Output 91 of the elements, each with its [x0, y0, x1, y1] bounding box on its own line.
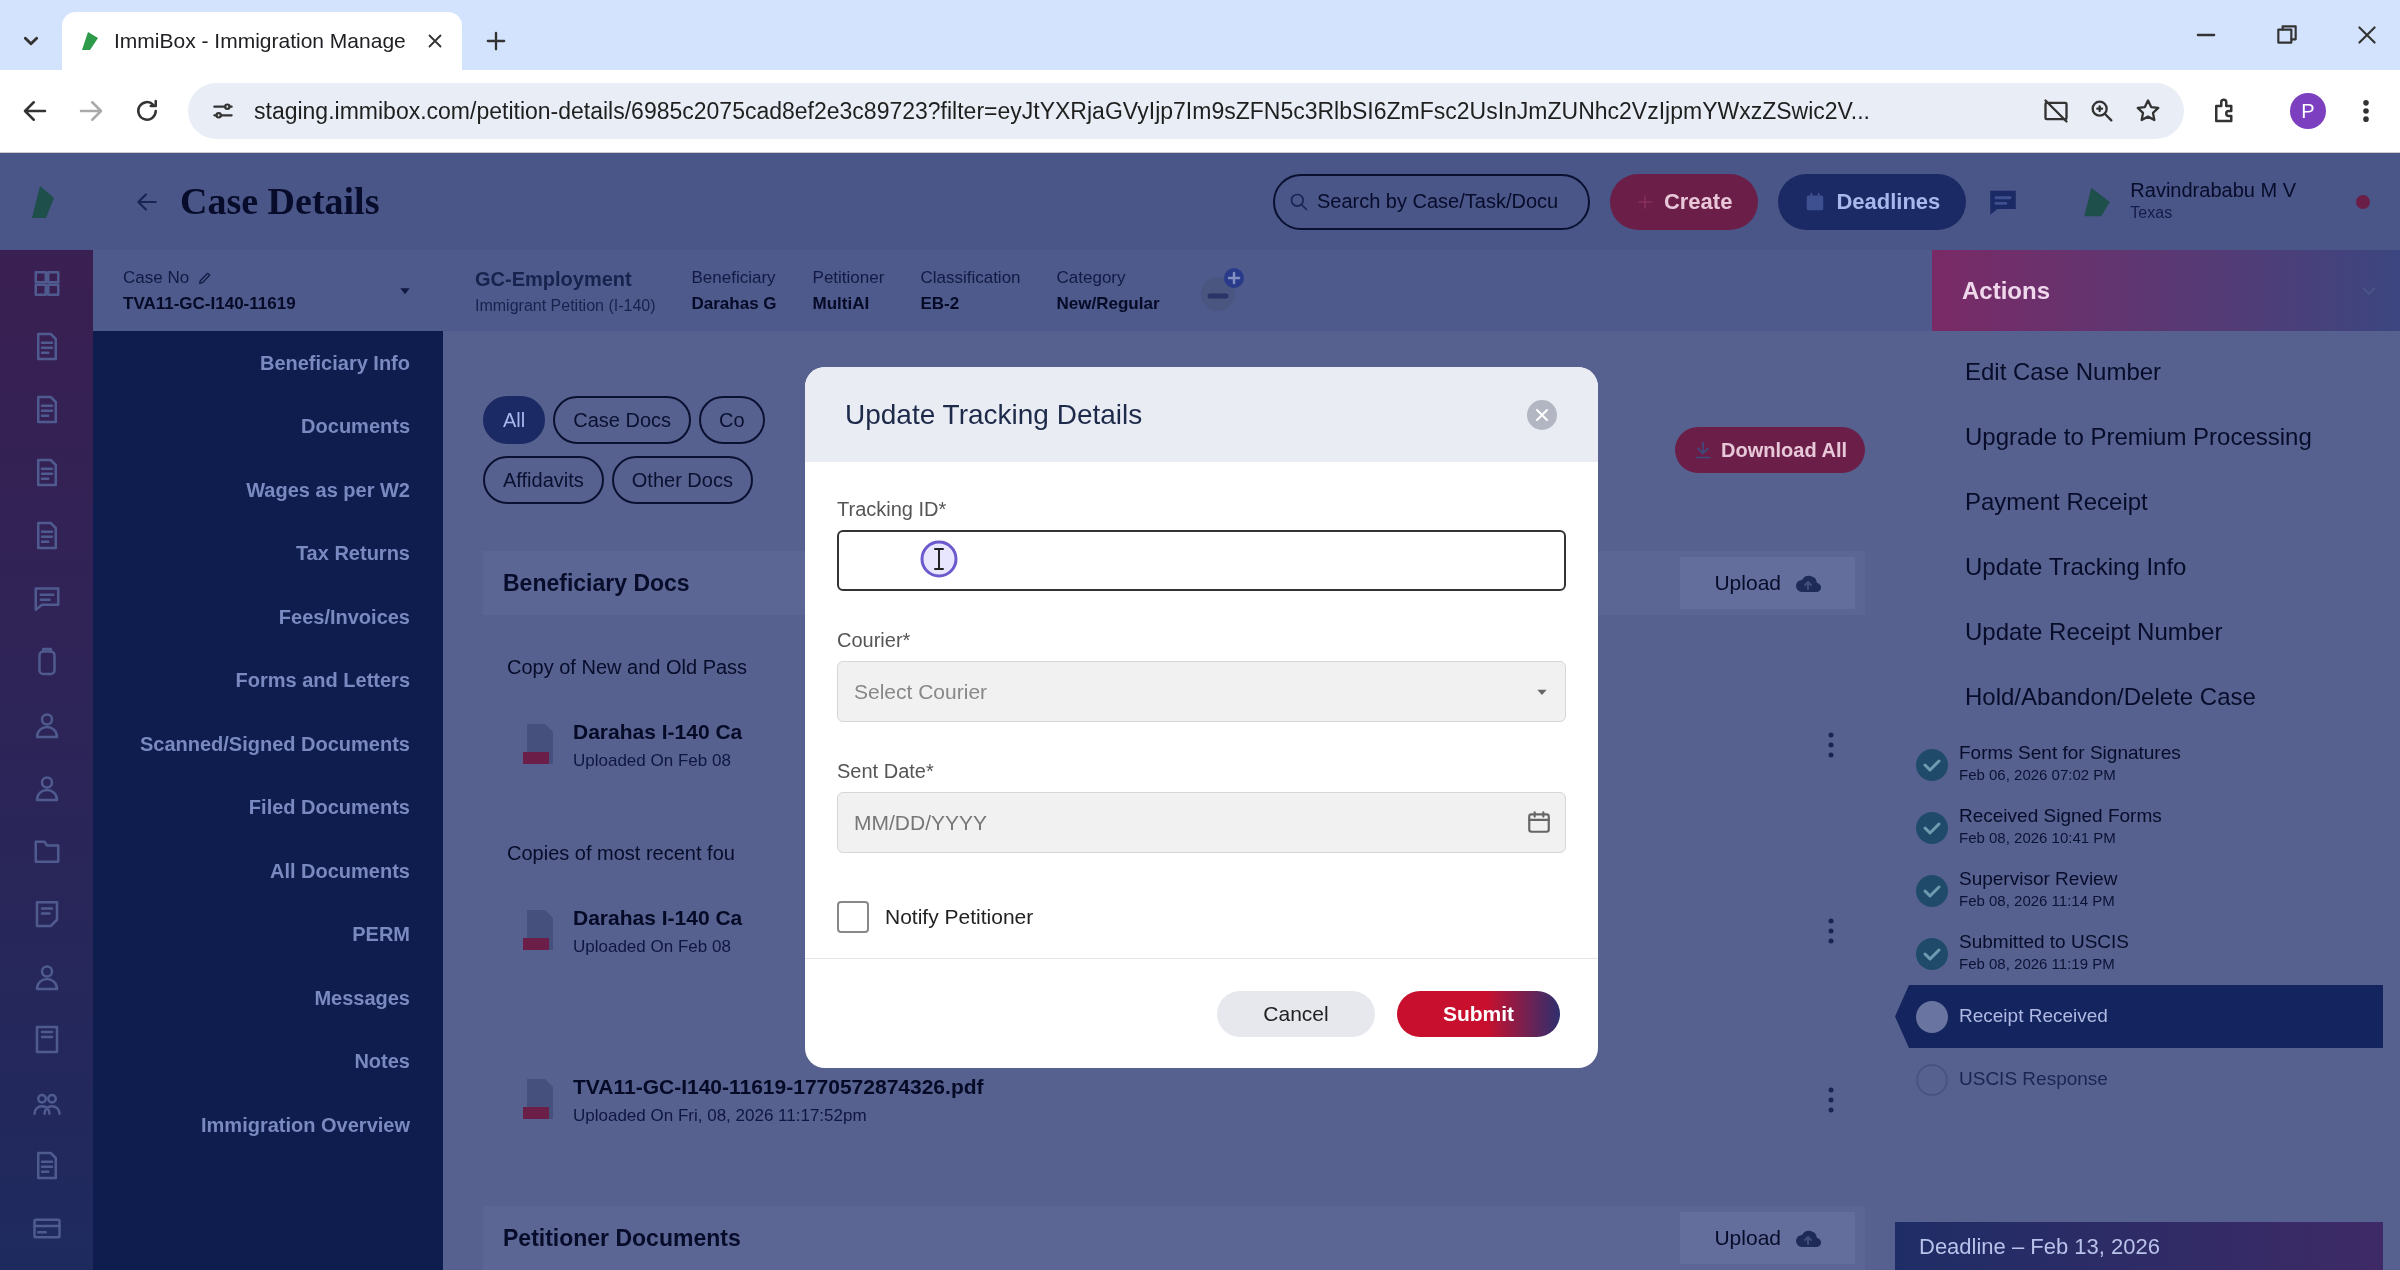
field-label: Sent Date* — [837, 759, 935, 784]
more-icon[interactable] — [1827, 1085, 1835, 1114]
more-icon[interactable] — [1827, 916, 1835, 945]
filter-chip[interactable]: Other Docs — [611, 456, 753, 504]
group-title: Copy of New and Old Pass — [507, 655, 748, 680]
sidebar-item[interactable]: Filed Documents — [248, 775, 410, 839]
field-label: Beneficiary — [691, 267, 777, 289]
case-number: TVA11-GC-I140-11619 — [123, 292, 296, 315]
action-item[interactable]: Payment Receipt — [1895, 469, 2400, 534]
step-title: USCIS Response — [1959, 1069, 2108, 1090]
step-title: Receipt Received — [1959, 1006, 2108, 1027]
section-title: Petitioner Documents — [503, 1223, 741, 1253]
upload-date: Uploaded On Feb 08 — [573, 935, 731, 958]
sidebar-item[interactable]: Wages as per W2 — [246, 458, 410, 522]
field-value: New/Regular — [1056, 292, 1160, 315]
tracking-id-field[interactable] — [837, 530, 1566, 591]
sidebar-item[interactable]: Documents — [301, 394, 410, 458]
sidebar-item[interactable]: Fees/Invoices — [278, 585, 410, 649]
upload-button[interactable]: Upload — [1680, 557, 1855, 609]
filter-chip[interactable]: All — [483, 396, 546, 444]
field-label: Category — [1056, 267, 1127, 289]
upload-date: Uploaded On Fri, 08, 2026 11:17:52pm — [573, 1104, 867, 1127]
search-field[interactable]: Search by Case/Task/Docu — [1272, 173, 1590, 230]
deadlines-button[interactable]: Deadlines — [1778, 173, 1967, 230]
sidebar-item[interactable]: Immigration Overview — [201, 1093, 410, 1157]
step-date: Feb 08, 2026 10:41 PM — [1959, 827, 2117, 848]
step-title: Forms Sent for Signatures — [1959, 742, 2181, 764]
step-date: Feb 06, 2026 07:02 PM — [1959, 764, 2117, 785]
case-subtype: Immigrant Petition (I-140) — [475, 295, 656, 316]
action-item[interactable]: Upgrade to Premium Processing — [1895, 404, 2400, 469]
tab-title: ImmiBox - Immigration Manage — [114, 28, 407, 55]
mouse-cursor-icon — [919, 539, 959, 579]
sidebar-item[interactable]: PERM — [352, 902, 410, 966]
step-title: Submitted to USCIS — [1959, 931, 2130, 953]
download-all-button[interactable]: Download All — [1675, 427, 1865, 473]
action-item[interactable]: Edit Case Number — [1895, 339, 2400, 404]
action-item[interactable]: Update Receipt Number — [1895, 599, 2400, 664]
step-title: Received Signed Forms — [1959, 805, 2162, 827]
field-value: Darahas G — [691, 292, 777, 315]
sidebar-item[interactable]: Notes — [354, 1029, 410, 1093]
leaf-logo-icon — [30, 183, 56, 220]
document-name: TVA11-GC-I140-11619-1770572874326.pdf — [573, 1074, 984, 1100]
step-date: Feb 08, 2026 11:19 PM — [1959, 953, 2116, 974]
cancel-button[interactable]: Cancel — [1217, 990, 1375, 1037]
notification-dot — [2356, 194, 2370, 209]
checkbox-label: Notify Petitioner — [885, 904, 1034, 931]
page-title: Case Details — [180, 179, 380, 224]
field-label: Petitioner — [812, 267, 885, 289]
case-number-label: Case No — [123, 267, 190, 289]
document-name: Darahas I-140 Ca — [573, 719, 743, 745]
field-value: EB-2 — [920, 292, 961, 315]
calendar-icon[interactable] — [1526, 809, 1552, 835]
filter-chip[interactable]: Co — [699, 396, 765, 444]
filter-chip[interactable]: Case Docs — [553, 396, 692, 444]
action-item[interactable]: Update Tracking Info — [1895, 534, 2400, 599]
field-label: Courier* — [837, 628, 912, 653]
section-title: Beneficiary Docs — [503, 568, 690, 598]
action-item[interactable]: Hold/Abandon/Delete Case — [1895, 664, 2400, 729]
cast-off-icon[interactable] — [2042, 97, 2070, 125]
user-name: Ravindrababu M V — [2130, 178, 2296, 201]
sidebar-item[interactable]: Scanned/Signed Documents — [139, 712, 410, 776]
actions-title: Actions — [1962, 275, 2050, 306]
filter-chip[interactable]: Affidavits — [483, 456, 604, 504]
sidebar-item[interactable]: Tax Returns — [295, 521, 410, 585]
field-label: Tracking ID* — [837, 497, 948, 522]
field-label: Classification — [920, 267, 1021, 289]
profile-avatar[interactable]: P — [2290, 93, 2326, 129]
courier-select[interactable]: Select Courier — [837, 661, 1566, 722]
step-date: Feb 08, 2026 11:14 PM — [1959, 890, 2116, 911]
user-location: Texas — [2130, 202, 2174, 223]
create-button[interactable]: Create — [1609, 173, 1759, 230]
sidebar-item[interactable]: Messages — [314, 966, 410, 1030]
browser-tab[interactable]: ImmiBox - Immigration Manage — [62, 12, 462, 70]
document-name: Darahas I-140 Ca — [573, 905, 743, 931]
group-title: Copies of most recent fou — [507, 841, 735, 866]
sidebar-item[interactable]: Forms and Letters — [235, 648, 410, 712]
case-type: GC-Employment — [475, 266, 633, 292]
field-value: MultiAI — [812, 292, 871, 315]
date-field[interactable]: MM/DD/YYYY — [837, 792, 1566, 853]
sidebar-item[interactable]: Beneficiary Info — [259, 331, 410, 395]
deadline-banner: Deadline – Feb 13, 2026 — [1895, 1222, 2383, 1270]
sidebar-item[interactable]: All Documents — [269, 839, 410, 903]
upload-date: Uploaded On Feb 08 — [573, 749, 731, 772]
search-icon — [1288, 191, 1309, 212]
upload-button[interactable]: Upload — [1680, 1212, 1855, 1264]
plus-icon — [1635, 192, 1654, 211]
checkbox[interactable] — [837, 901, 869, 933]
more-icon[interactable] — [1827, 730, 1835, 759]
step-title: Supervisor Review — [1959, 868, 2118, 890]
submit-button[interactable]: Submit — [1397, 990, 1560, 1037]
dialog-title: Update Tracking Details — [845, 397, 1143, 432]
